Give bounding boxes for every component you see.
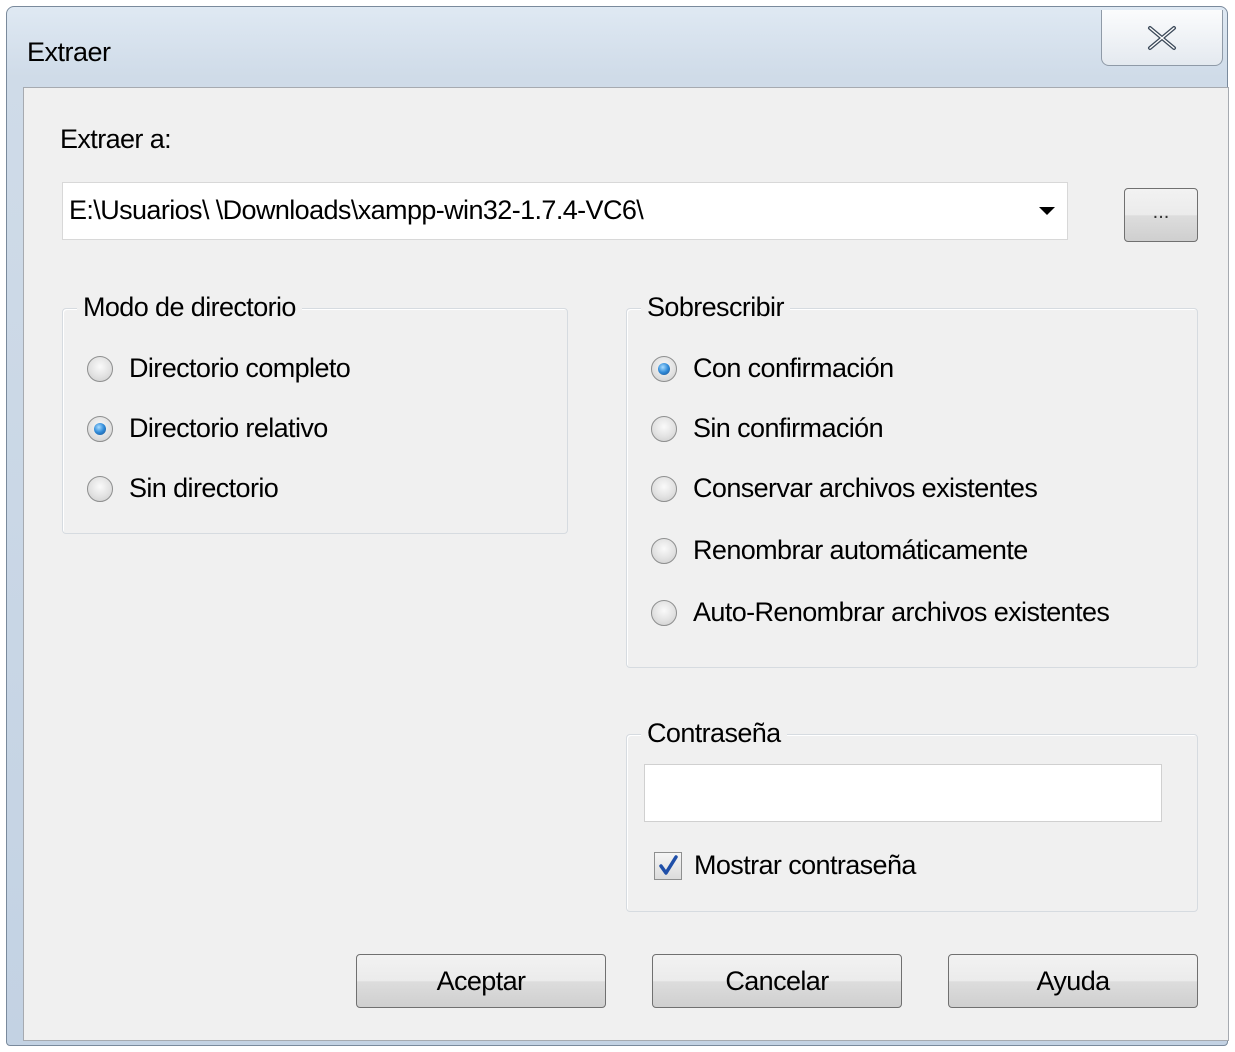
overwrite-group: Sobrescribir Con confirmación Sin confir… (626, 292, 1198, 668)
extract-path-combobox[interactable]: E:\Usuarios\ \Downloads\xampp-win32-1.7.… (62, 182, 1068, 240)
password-title: Contraseña (641, 718, 787, 749)
show-password-label: Mostrar contraseña (694, 850, 916, 880)
dialog-window: Extraer Extraer a: E:\Usuarios\ \Downloa… (6, 6, 1229, 1046)
radio-option-conservar-archivos[interactable]: Conservar archivos existentes (651, 473, 1038, 504)
radio-option-renombrar-automaticamente[interactable]: Renombrar automáticamente (651, 535, 1028, 566)
radio-button[interactable] (651, 415, 677, 442)
help-button[interactable]: Ayuda (948, 954, 1198, 1008)
radio-label: Conservar archivos existentes (693, 473, 1038, 503)
password-input[interactable] (644, 764, 1162, 822)
directory-mode-group: Modo de directorio Directorio completo D… (62, 292, 568, 534)
window-title: Extraer (27, 37, 111, 67)
dialog-client-area: Extraer a: E:\Usuarios\ \Downloads\xampp… (23, 87, 1229, 1041)
radio-button-selected[interactable] (87, 415, 113, 442)
dropdown-arrow-icon[interactable] (1039, 207, 1055, 215)
browse-button[interactable]: ... (1124, 188, 1198, 242)
radio-button[interactable] (87, 475, 113, 502)
radio-button[interactable] (87, 355, 113, 382)
overwrite-title: Sobrescribir (641, 292, 790, 323)
radio-option-directorio-completo[interactable]: Directorio completo (87, 353, 351, 384)
radio-button[interactable] (651, 537, 677, 564)
show-password-option[interactable]: Mostrar contraseña (654, 850, 916, 881)
radio-option-sin-directorio[interactable]: Sin directorio (87, 473, 279, 504)
radio-label: Con confirmación (693, 353, 894, 383)
radio-label: Auto-Renombrar archivos existentes (693, 597, 1110, 627)
radio-label: Renombrar automáticamente (693, 535, 1028, 565)
directory-mode-title: Modo de directorio (77, 292, 302, 323)
show-password-checkbox[interactable] (654, 851, 682, 880)
radio-option-auto-renombrar[interactable]: Auto-Renombrar archivos existentes (651, 597, 1110, 628)
password-group: Contraseña (626, 718, 1198, 912)
radio-option-directorio-relativo[interactable]: Directorio relativo (87, 413, 328, 444)
radio-button-selected[interactable] (651, 355, 677, 382)
extract-to-label: Extraer a: (60, 124, 172, 154)
radio-label: Directorio completo (129, 353, 351, 383)
close-button[interactable] (1101, 10, 1223, 66)
radio-button[interactable] (651, 599, 677, 626)
radio-label: Sin directorio (129, 473, 279, 503)
extract-path-value: E:\Usuarios\ \Downloads\xampp-win32-1.7.… (69, 195, 644, 225)
radio-option-con-confirmacion[interactable]: Con confirmación (651, 353, 894, 384)
ok-button[interactable]: Aceptar (356, 954, 606, 1008)
cancel-button[interactable]: Cancelar (652, 954, 902, 1008)
close-icon (1148, 25, 1176, 50)
radio-option-sin-confirmacion[interactable]: Sin confirmación (651, 413, 884, 444)
checkmark-icon (659, 854, 678, 875)
radio-label: Sin confirmación (693, 413, 884, 443)
radio-button[interactable] (651, 475, 677, 502)
radio-label: Directorio relativo (129, 413, 328, 443)
